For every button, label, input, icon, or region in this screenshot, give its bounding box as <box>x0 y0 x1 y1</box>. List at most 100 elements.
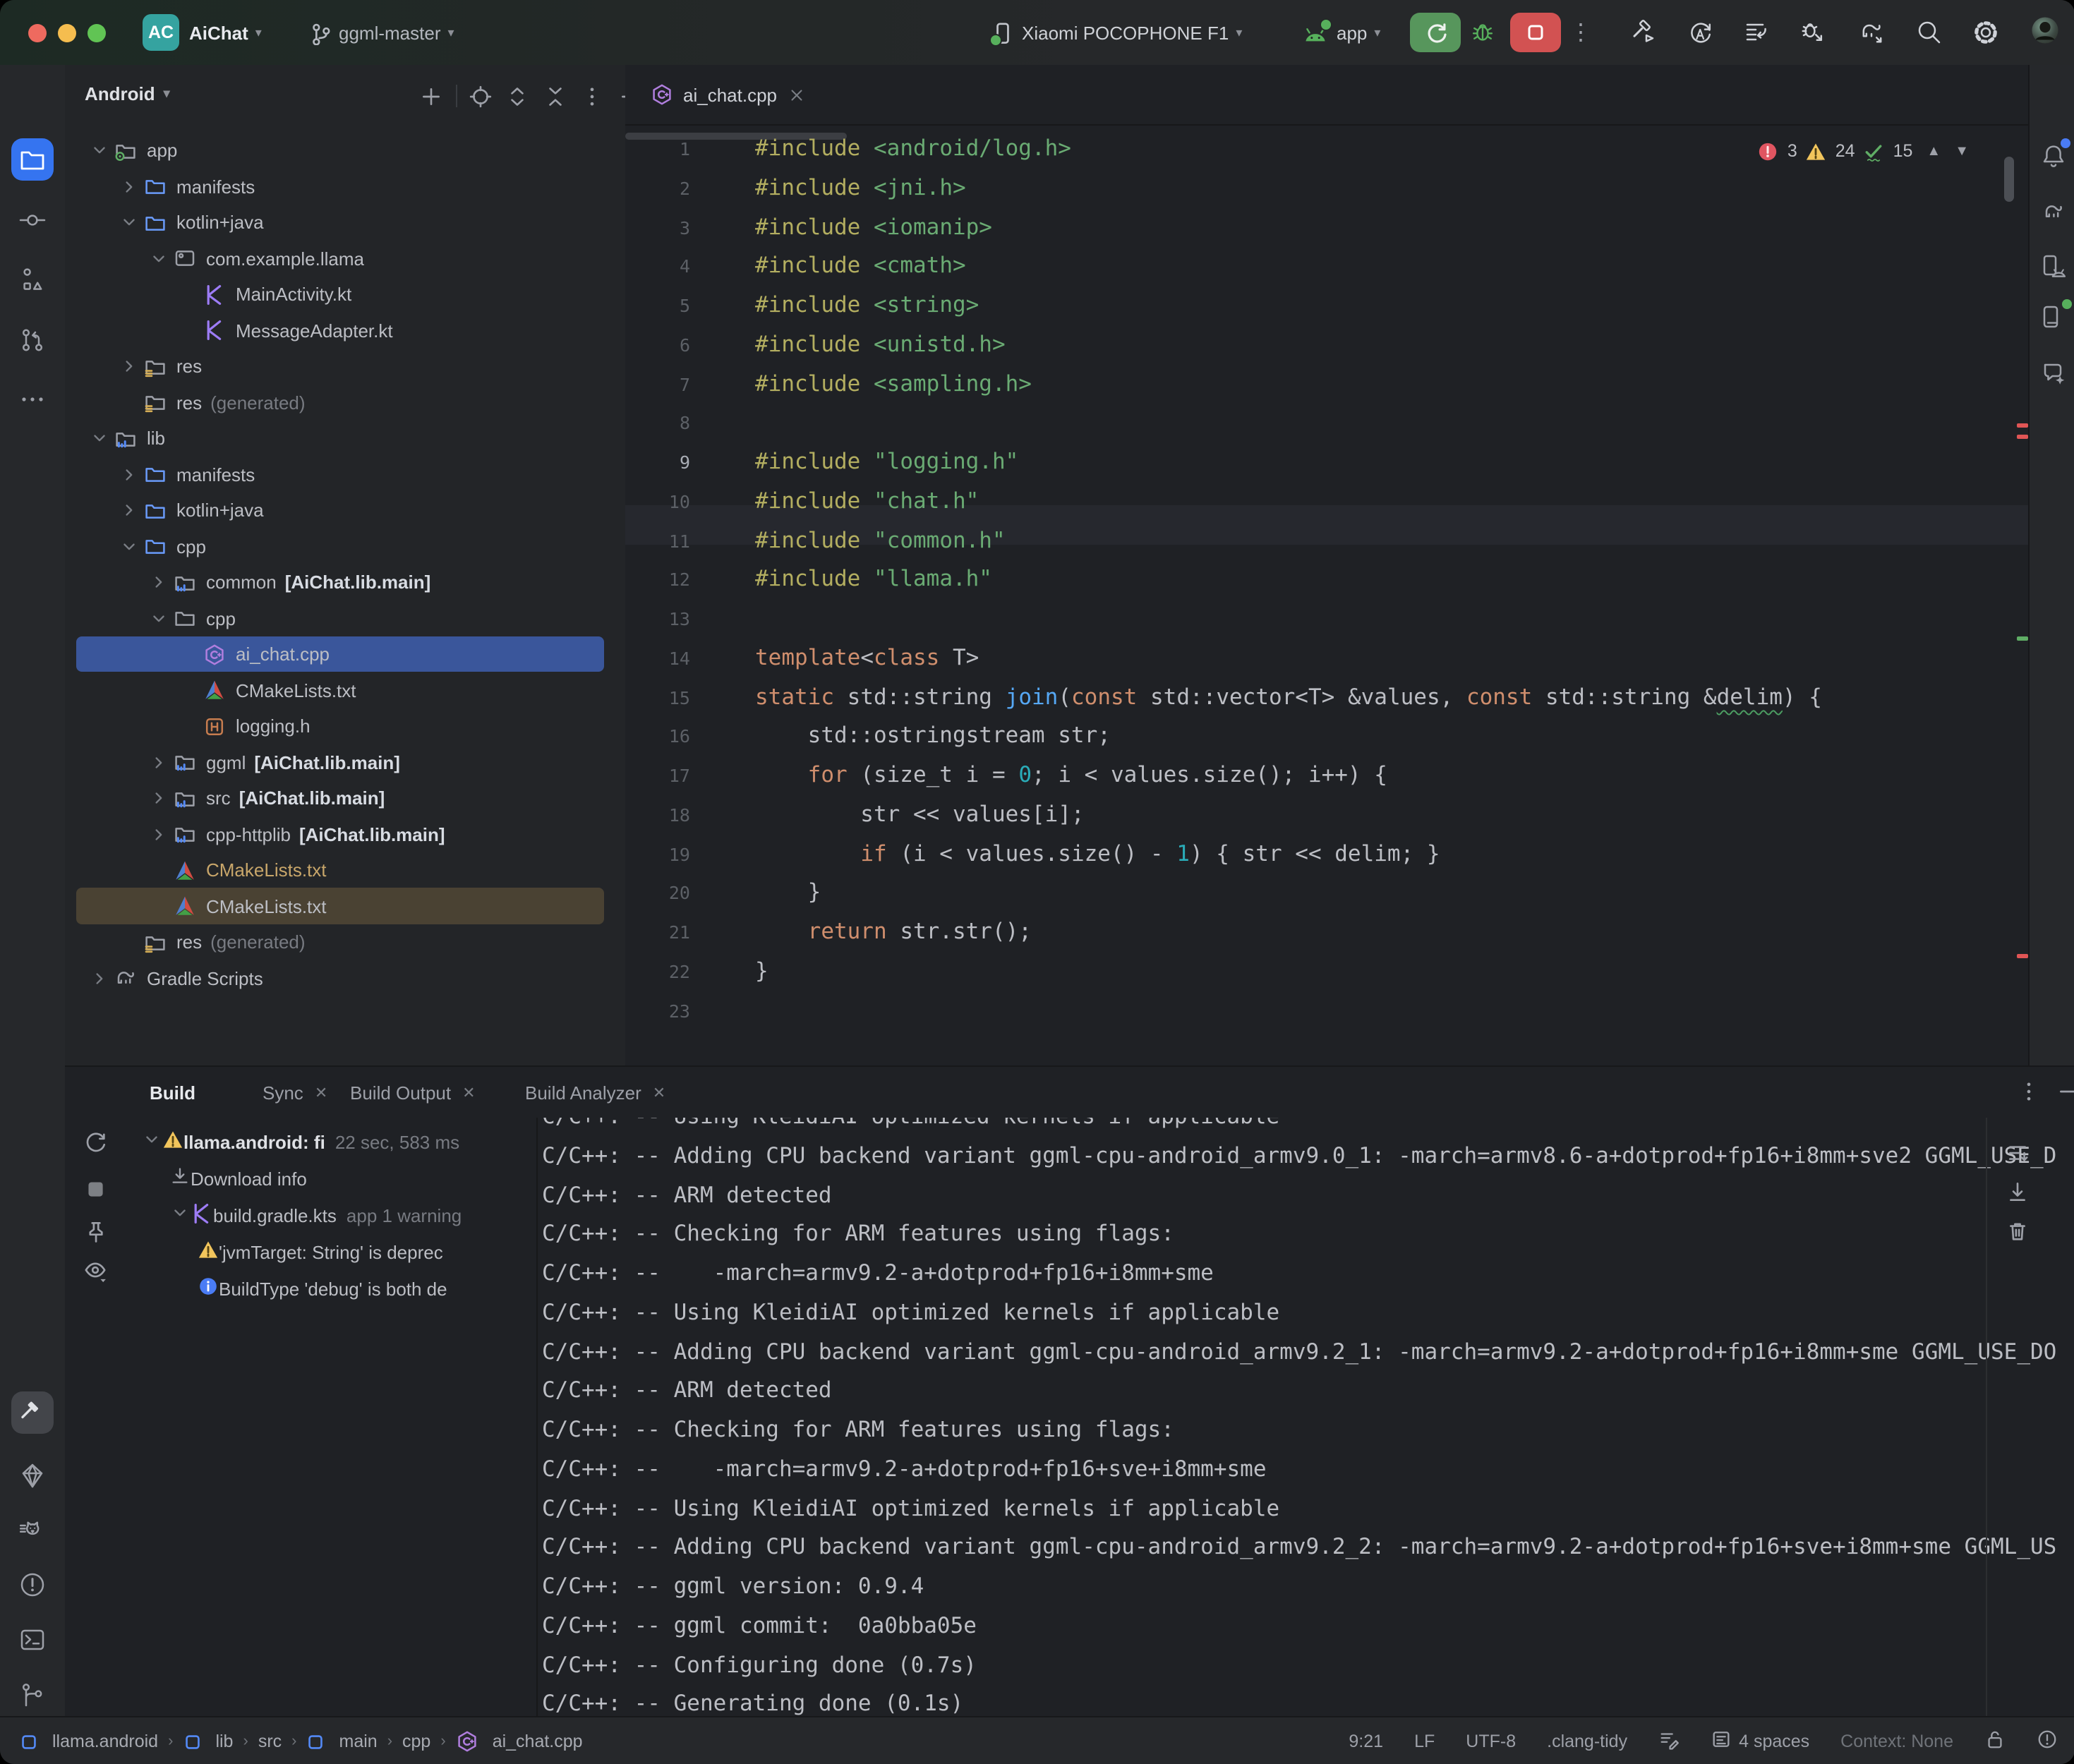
chevron-right-icon[interactable] <box>88 967 110 989</box>
line-number[interactable]: 12 <box>669 561 690 600</box>
status-item-4-spaces[interactable]: 4 spaces <box>1711 1729 1809 1754</box>
editor-scrollbar[interactable] <box>2004 157 2014 202</box>
add-icon[interactable] <box>418 83 443 109</box>
logcat-cat-icon[interactable] <box>11 1510 54 1552</box>
gradle-icon[interactable] <box>2032 191 2074 233</box>
line-number[interactable]: 14 <box>669 639 690 679</box>
build-tree-item[interactable]: BuildType 'debug' is both de <box>130 1270 536 1307</box>
profiler-icon[interactable] <box>1743 18 1771 47</box>
build-tool-label[interactable]: Build <box>150 1067 195 1118</box>
project-tree-item-app[interactable]: app <box>65 133 625 169</box>
line-number[interactable]: 16 <box>669 718 690 757</box>
chevron-right-icon[interactable] <box>117 175 140 198</box>
pin-icon[interactable] <box>83 1219 111 1248</box>
line-number[interactable]: 6 <box>680 326 690 366</box>
search-icon[interactable] <box>1915 18 1943 47</box>
project-tree-item-kotlin-java[interactable]: kotlin+java <box>65 205 625 241</box>
collapse-all-icon[interactable] <box>542 83 567 109</box>
tab-ai-chat-cpp[interactable]: ai_chat.cpp <box>637 65 819 124</box>
minimize-window-button[interactable] <box>58 24 76 42</box>
inspections-widget[interactable]: 3 24 15 ▲ ▼ <box>1758 135 1969 167</box>
suspend-icon[interactable] <box>83 1177 111 1205</box>
project-tree-item-cpp-httplib[interactable]: cpp-httplib[AiChat.lib.main] <box>65 816 625 852</box>
error-stripe-mark[interactable] <box>2017 435 2028 439</box>
chevron-down-icon[interactable] <box>147 607 169 629</box>
line-number[interactable]: 7 <box>680 365 690 404</box>
branch-selector[interactable]: ggml-master ▾ <box>308 0 454 65</box>
line-number[interactable]: 21 <box>669 913 690 953</box>
next-problem-icon[interactable]: ▼ <box>1955 143 1969 159</box>
line-number[interactable]: 18 <box>669 796 690 835</box>
close-icon[interactable]: ✕ <box>462 1083 475 1101</box>
expand-all-icon[interactable] <box>504 83 529 109</box>
breadcrumb-item-main[interactable]: main <box>307 1732 378 1751</box>
run-config-selector[interactable]: app ▾ <box>1301 0 1380 65</box>
breadcrumb-item-ai-chat-cpp[interactable]: ai_chat.cpp <box>456 1730 583 1753</box>
project-tree-item-kotlin-java[interactable]: kotlin+java <box>65 493 625 528</box>
hide-panel-icon[interactable] <box>2055 1078 2074 1104</box>
build-hammer-run-icon[interactable] <box>1630 18 1658 47</box>
project-tree-item-res[interactable]: res <box>65 349 625 385</box>
ai-assistant-icon[interactable] <box>2032 351 2074 394</box>
device-selector[interactable]: Xiaomi POCOPHONE F1 ▾ <box>991 0 1242 65</box>
chevron-down-icon[interactable] <box>117 211 140 234</box>
project-tree-item-cpp[interactable]: cpp <box>65 528 625 564</box>
line-number[interactable]: 22 <box>669 953 690 992</box>
project-tree-item-messageadapter-kt[interactable]: MessageAdapter.kt <box>65 313 625 349</box>
change-stripe-mark[interactable] <box>2017 636 2028 641</box>
chevron-down-icon[interactable] <box>169 1202 191 1228</box>
line-number[interactable]: 5 <box>680 286 690 326</box>
project-tree-item-logging-h[interactable]: logging.h <box>65 708 625 744</box>
project-tree-item-mainactivity-kt[interactable]: MainActivity.kt <box>65 277 625 313</box>
line-number[interactable]: 13 <box>669 600 690 639</box>
more-options-icon[interactable] <box>2015 1078 2041 1104</box>
chevron-right-icon[interactable] <box>147 823 169 845</box>
more-options-icon[interactable] <box>579 83 604 109</box>
build-tree-item[interactable]: Download info <box>130 1160 536 1197</box>
project-tree-item-src[interactable]: src[AiChat.lib.main] <box>65 780 625 816</box>
line-number[interactable]: 11 <box>669 521 690 561</box>
breadcrumb-item-src[interactable]: src <box>258 1732 282 1751</box>
project-tree-item-ggml[interactable]: ggml[AiChat.lib.main] <box>65 744 625 780</box>
close-icon[interactable]: ✕ <box>315 1083 327 1101</box>
sync-icon[interactable] <box>83 1132 111 1160</box>
project-tree-item-manifests[interactable]: manifests <box>65 457 625 493</box>
status-item-error-circle[interactable] <box>2037 1729 2058 1754</box>
status-item-lf[interactable]: LF <box>1414 1732 1435 1751</box>
build-tree-item[interactable]: 'jvmTarget: String' is deprec <box>130 1233 536 1270</box>
chevron-right-icon[interactable] <box>147 787 169 809</box>
chevron-right-icon[interactable] <box>117 355 140 377</box>
chevron-down-icon[interactable] <box>147 247 169 270</box>
chevron-right-icon[interactable] <box>147 751 169 773</box>
project-tree-item-lib[interactable]: lib <box>65 421 625 457</box>
filter-eye-icon[interactable] <box>83 1259 111 1287</box>
apply-changes-icon[interactable] <box>1687 18 1715 47</box>
line-number[interactable]: 10 <box>669 483 690 522</box>
close-window-button[interactable] <box>28 24 47 42</box>
build-tab-build-output[interactable]: Build Output✕ <box>350 1067 476 1118</box>
line-number[interactable]: 17 <box>669 756 690 796</box>
running-devices-icon[interactable] <box>2032 296 2074 339</box>
problems-icon[interactable] <box>11 1564 54 1606</box>
structure-icon[interactable] <box>11 258 54 301</box>
more-horizontal-icon[interactable] <box>11 378 54 421</box>
scroll-to-end-icon[interactable] <box>2006 1180 2031 1205</box>
close-icon[interactable]: ✕ <box>653 1083 665 1101</box>
rerun-button[interactable] <box>1410 13 1461 52</box>
zoom-window-button[interactable] <box>88 24 106 42</box>
line-number[interactable]: 8 <box>680 404 690 444</box>
project-tree-item-manifests[interactable]: manifests <box>65 169 625 205</box>
status-item--clang-tidy[interactable]: .clang-tidy <box>1547 1732 1627 1751</box>
line-number[interactable]: 3 <box>680 208 690 248</box>
build-tab-build-analyzer[interactable]: Build Analyzer✕ <box>525 1067 665 1118</box>
cmake-diamond-icon[interactable] <box>11 1455 54 1497</box>
clear-all-icon[interactable] <box>2006 1219 2031 1245</box>
prev-problem-icon[interactable]: ▲ <box>1927 143 1941 159</box>
project-tree-item-res[interactable]: res(generated) <box>65 385 625 421</box>
build-tree-item[interactable]: llama.android: fi22 sec, 583 ms <box>130 1123 536 1160</box>
settings-icon[interactable] <box>1972 18 2000 47</box>
chevron-down-icon[interactable] <box>88 139 110 162</box>
pull-requests-icon[interactable] <box>11 319 54 361</box>
project-tree-item-res[interactable]: res(generated) <box>65 924 625 960</box>
breadcrumb-item-lib[interactable]: lib <box>183 1732 233 1751</box>
